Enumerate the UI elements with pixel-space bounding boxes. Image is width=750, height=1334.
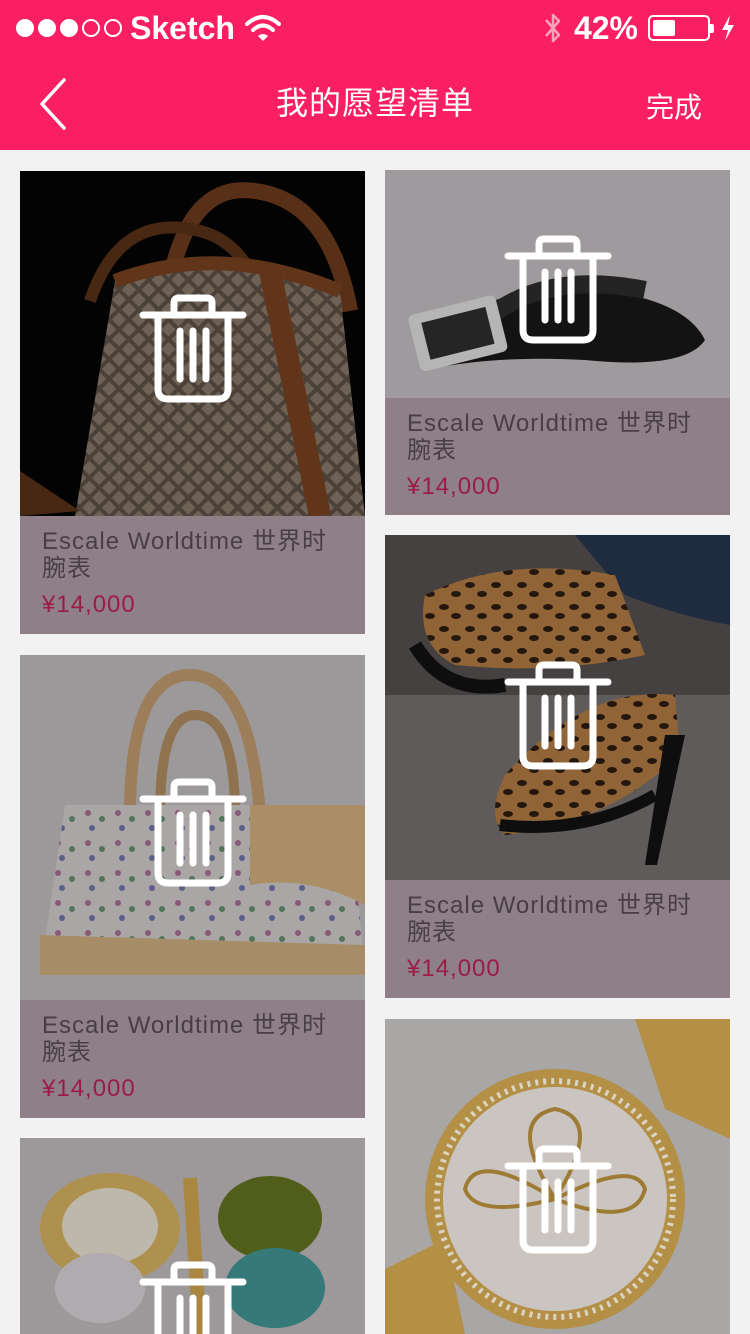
wishlist-item[interactable]: Escale Worldtime 世界时腕表 ¥14,000 — [385, 170, 730, 515]
navigation-bar: 我的愿望清单 完成 — [0, 56, 750, 150]
trash-icon[interactable] — [138, 1260, 248, 1334]
trash-icon[interactable] — [503, 1144, 613, 1254]
status-left: Sketch — [16, 8, 281, 48]
charging-bolt-icon — [722, 15, 734, 41]
bluetooth-icon — [545, 13, 561, 43]
wishlist-item[interactable]: Escale Worldtime 世界时腕表 ¥14,000 — [20, 655, 365, 1118]
battery-percent: 42% — [573, 9, 638, 46]
product-info: Escale Worldtime 世界时腕表 ¥14,000 — [385, 892, 730, 998]
status-right: 42% — [542, 8, 736, 48]
trash-icon[interactable] — [138, 777, 248, 887]
page-title: 我的愿望清单 — [275, 85, 474, 121]
signal-strength-icon — [16, 19, 122, 37]
product-info: Escale Worldtime 世界时腕表 ¥14,000 — [20, 1012, 365, 1118]
trash-icon[interactable] — [138, 293, 248, 403]
trash-icon[interactable] — [503, 660, 613, 770]
carrier-name: Sketch — [130, 9, 235, 46]
wishlist-item[interactable]: Escale Worldtime 世界时腕表 ¥14,000 — [385, 535, 730, 998]
wishlist-item[interactable] — [20, 1138, 365, 1334]
status-bar: Sketch 42% — [0, 0, 750, 56]
product-price: ¥14,000 — [42, 1075, 136, 1102]
product-price: ¥14,000 — [42, 591, 136, 618]
wishlist-item[interactable] — [385, 1019, 730, 1334]
product-price: ¥14,000 — [407, 473, 501, 500]
product-name: Escale Worldtime 世界时腕表 — [407, 892, 692, 946]
done-button[interactable]: 完成 — [646, 86, 702, 126]
product-name: Escale Worldtime 世界时腕表 — [407, 410, 692, 464]
product-name: Escale Worldtime 世界时腕表 — [42, 1012, 327, 1066]
trash-icon[interactable] — [503, 234, 613, 344]
battery-icon — [648, 15, 714, 41]
wishlist-item[interactable]: Escale Worldtime 世界时腕表 ¥14,000 — [20, 171, 365, 634]
product-info: Escale Worldtime 世界时腕表 ¥14,000 — [20, 528, 365, 634]
product-info: Escale Worldtime 世界时腕表 ¥14,000 — [385, 410, 730, 515]
product-name: Escale Worldtime 世界时腕表 — [42, 528, 327, 582]
wifi-icon — [244, 15, 281, 41]
product-price: ¥14,000 — [407, 955, 501, 982]
